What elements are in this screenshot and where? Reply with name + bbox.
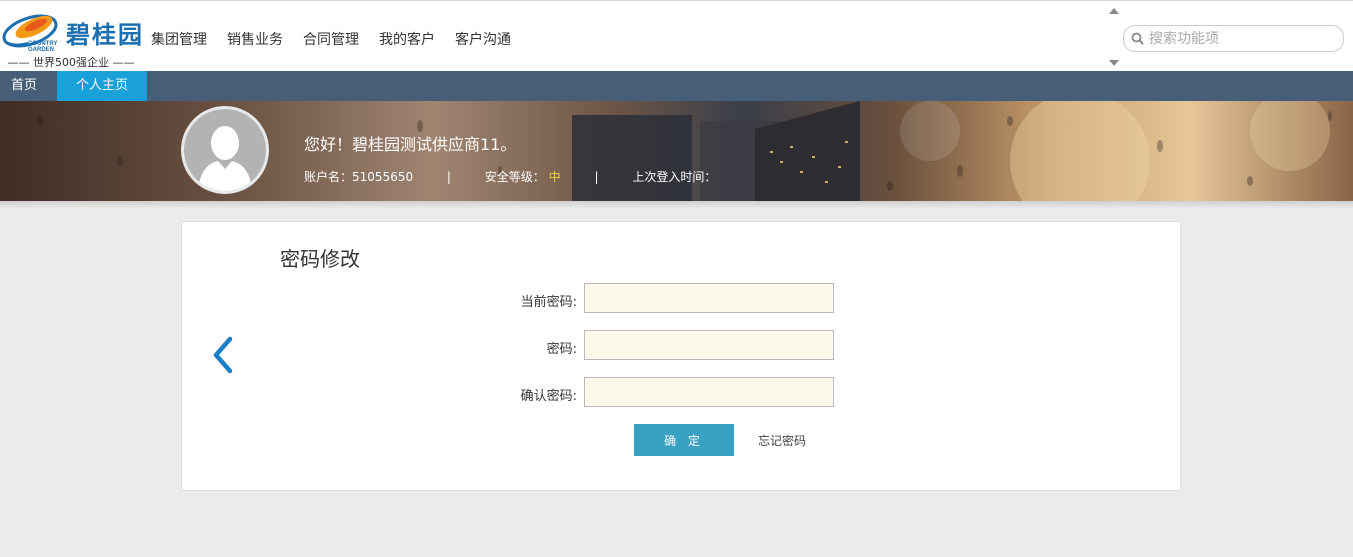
nav-scroll-arrows-icon[interactable] — [1109, 8, 1119, 66]
top-nav: 集团管理 销售业务 合同管理 我的客户 客户沟通 — [151, 29, 531, 49]
current-password-label: 当前密码: — [520, 295, 577, 310]
avatar[interactable] — [181, 106, 269, 194]
account-value: 51055650 — [352, 170, 414, 184]
logo-english: COUNTRY GARDEN — [28, 41, 57, 53]
forgot-password-link[interactable]: 忘记密码 — [758, 432, 806, 449]
current-password-input[interactable] — [584, 283, 834, 313]
logo-english-bottom: GARDEN — [28, 47, 55, 53]
new-password-input[interactable] — [584, 330, 834, 360]
nav-sales-business[interactable]: 销售业务 — [227, 29, 283, 49]
default-user-icon — [184, 109, 266, 191]
nav-group-management[interactable]: 集团管理 — [151, 29, 207, 49]
nav-my-customers[interactable]: 我的客户 — [379, 29, 435, 49]
info-separator: | — [446, 170, 451, 184]
brand-logo[interactable]: COUNTRY GARDEN 碧桂园 —— 世界500强企业 —— — [0, 7, 145, 69]
top-header: COUNTRY GARDEN 碧桂园 —— 世界500强企业 —— 集团管理 销… — [0, 0, 1353, 71]
nav-customer-communication[interactable]: 客户沟通 — [455, 29, 511, 49]
confirm-password-label: 确认密码: — [520, 389, 577, 404]
info-separator: | — [594, 170, 599, 184]
account-info: 账户名：51055650 | 安全等级： 中 | 上次登入时间： — [304, 168, 716, 185]
security-level-value: 中 — [548, 170, 561, 184]
password-change-panel: 密码修改 当前密码: 密码: 确认密码: 确 定 忘记密码 — [181, 221, 1181, 491]
brand-slogan: —— 世界500强企业 —— — [7, 56, 135, 69]
form-title: 密码修改 — [280, 247, 360, 271]
banner-shadow — [0, 201, 1353, 209]
confirm-password-input[interactable] — [584, 377, 834, 407]
account-label: 账户名： — [304, 170, 353, 184]
greeting-text: 您好！碧桂园测试供应商11。 — [304, 135, 517, 154]
nav-contract-management[interactable]: 合同管理 — [303, 29, 359, 49]
sub-nav: 首页 个人主页 — [0, 71, 1353, 101]
search-input[interactable] — [1149, 29, 1334, 48]
brand-name: 碧桂园 — [66, 20, 144, 49]
confirm-button[interactable]: 确 定 — [634, 424, 734, 456]
search-box — [1123, 25, 1344, 52]
chevron-left-icon[interactable] — [210, 335, 236, 375]
last-login-label: 上次登入时间： — [632, 170, 717, 184]
tab-home[interactable]: 首页 — [0, 71, 48, 101]
search-icon — [1131, 32, 1144, 45]
security-level-label: 安全等级： — [484, 170, 545, 184]
new-password-label: 密码: — [546, 342, 577, 357]
tab-personal-home[interactable]: 个人主页 — [57, 71, 147, 101]
